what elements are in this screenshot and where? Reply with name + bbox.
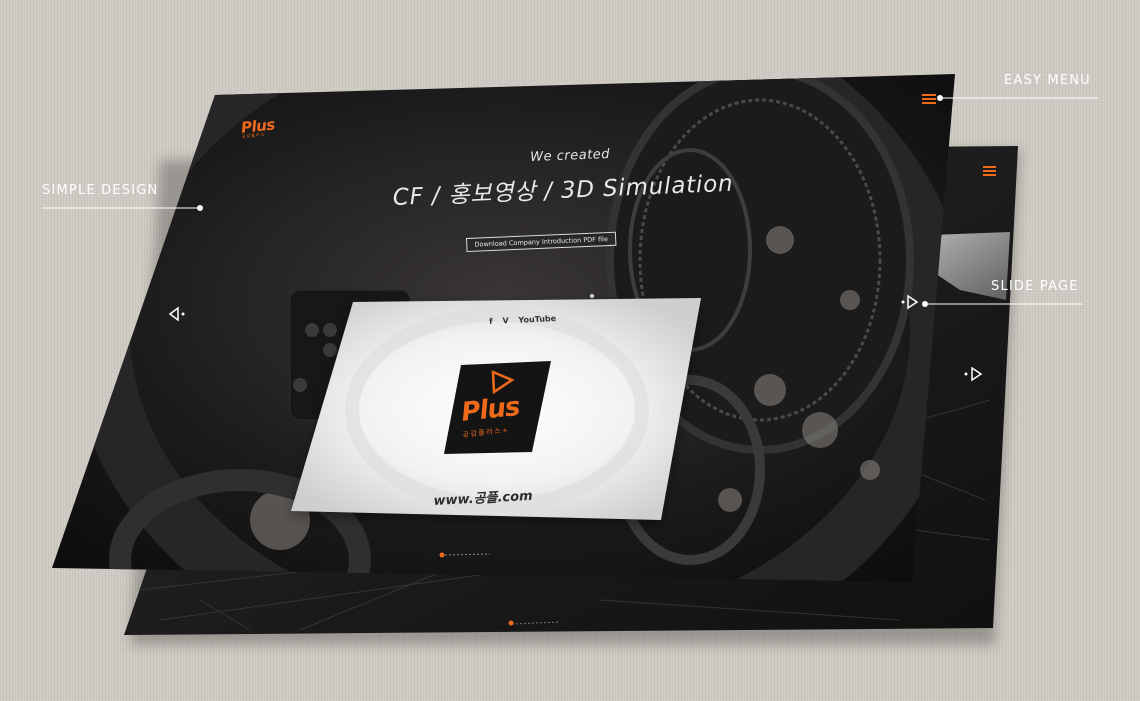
front-menu-icon[interactable] xyxy=(922,94,936,104)
tagline: We created xyxy=(530,146,611,165)
youtube-icon[interactable]: YouTube xyxy=(518,314,556,325)
front-logo[interactable]: Plus 공감플러스 xyxy=(240,114,276,139)
facebook-icon[interactable]: f xyxy=(489,317,493,326)
callout-slide-page: SLIDE PAGE xyxy=(991,279,1079,294)
callout-simple-design: SIMPLE DESIGN xyxy=(42,183,159,198)
back-menu-icon[interactable] xyxy=(983,166,996,176)
mockup-stage: Plus 공감플러스 We created CF / 홍보영상 / 3D Sim… xyxy=(0,0,1140,701)
callout-easy-menu: EASY MENU xyxy=(1004,73,1091,88)
card-logo-word: Plus xyxy=(460,391,521,428)
mockup-scene xyxy=(42,74,1098,645)
vimeo-icon[interactable]: V xyxy=(502,316,509,325)
